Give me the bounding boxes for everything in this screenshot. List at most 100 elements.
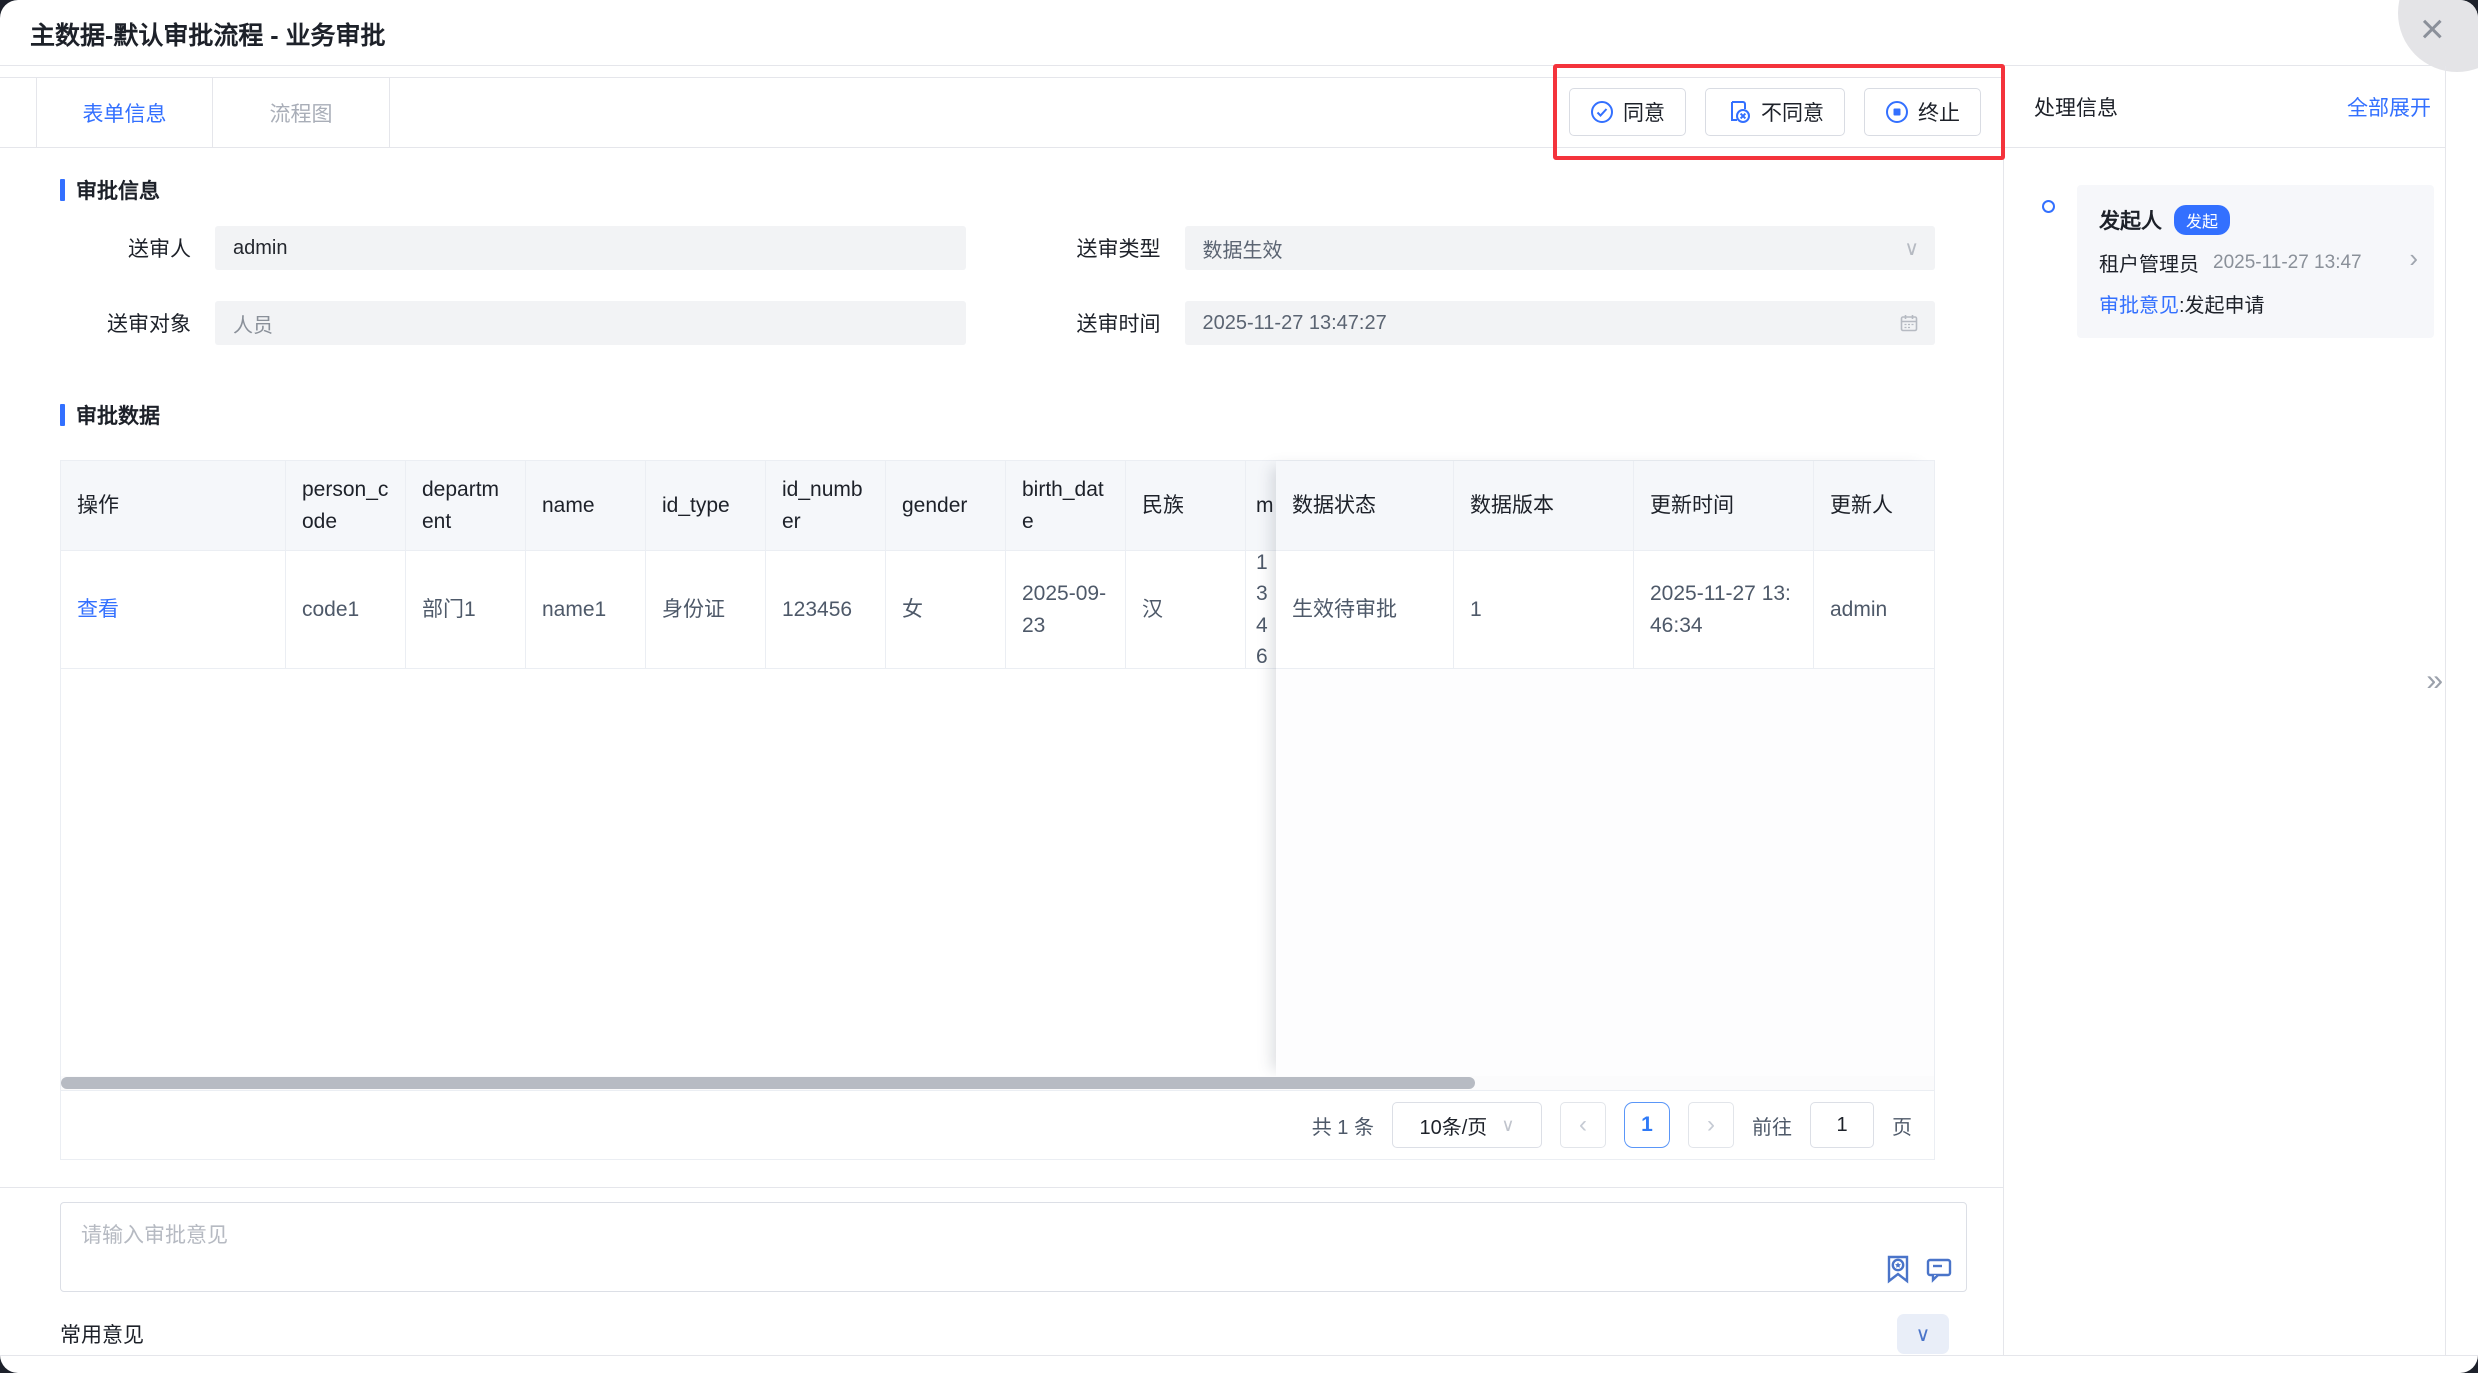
page-size-value: 10条/页	[1420, 1111, 1488, 1140]
process-info-panel: 处理信息 全部展开 发起人 发起 租户管理员 2025-11-27 13:47	[2003, 66, 2446, 1355]
form-body: 审批信息 送审人 admin 送审类型 数据生效	[0, 175, 2003, 1160]
col-person-code: person_code	[286, 461, 406, 551]
chevron-down-icon: ∨	[1501, 1115, 1514, 1136]
col-birth-date: birth_date	[1006, 461, 1126, 551]
horizontal-scrollbar	[61, 1076, 1934, 1090]
scrollbar-thumb[interactable]	[61, 1077, 1475, 1089]
terminate-button[interactable]: 终止	[1864, 88, 1981, 136]
col-data-status: 数据状态	[1276, 461, 1454, 551]
approval-opinion-text: :发起申请	[2179, 295, 2265, 317]
cell-clipped: 13 46	[1246, 551, 1278, 669]
reject-label: 不同意	[1761, 97, 1824, 127]
table-scroll-columns: 操作 person_code department name id_type i…	[61, 461, 1278, 669]
page-number-button[interactable]: 1	[1624, 1102, 1670, 1148]
col-updater: 更新人	[1814, 461, 1934, 551]
table-header-row: 操作 person_code department name id_type i…	[61, 461, 1278, 551]
goto-page-input[interactable]	[1810, 1102, 1874, 1148]
col-data-version: 数据版本	[1454, 461, 1634, 551]
chevron-down-icon: ∨	[1916, 1322, 1931, 1347]
comment-textarea[interactable]	[60, 1202, 1967, 1292]
common-opinions-label: 常用意见	[60, 1319, 144, 1349]
cell-id-number: 123456	[766, 551, 886, 669]
expand-all-link[interactable]: 全部展开	[2347, 92, 2431, 122]
chevron-right-icon[interactable]: ›	[2409, 243, 2418, 274]
field-send-time: 送审时间 2025-11-27 13:47:27	[1030, 301, 1936, 345]
table-grid: 操作 person_code department name id_type i…	[61, 461, 1934, 1090]
comment-area: 常用意见 ∨	[0, 1187, 2003, 1355]
approval-info-title: 审批信息	[76, 175, 160, 205]
process-panel-title: 处理信息	[2034, 92, 2118, 122]
cell-ethnicity: 汉	[1126, 551, 1246, 669]
bookmark-star-icon[interactable]	[1885, 1254, 1911, 1284]
view-link[interactable]: 查看	[77, 594, 119, 626]
send-time-picker[interactable]: 2025-11-27 13:47:27	[1185, 301, 1936, 345]
field-send-object: 送审对象 人员	[60, 301, 966, 345]
col-clipped: m	[1246, 461, 1278, 551]
cell-gender: 女	[886, 551, 1006, 669]
col-id-number: id_number	[766, 461, 886, 551]
col-id-type: id_type	[646, 461, 766, 551]
collapse-panel-icon[interactable]: »	[2426, 666, 2443, 696]
calendar-icon	[1899, 301, 1919, 345]
cell-updater: admin	[1814, 551, 1934, 669]
chevron-left-icon: ‹	[1579, 1111, 1587, 1139]
dialog-titlebar: 主数据-默认审批流程 - 业务审批 ×	[0, 0, 2478, 66]
close-button[interactable]: ×	[2398, 0, 2478, 72]
pagination-bar: 共 1 条 10条/页 ∨ ‹ 1 ›	[61, 1090, 1934, 1159]
approval-data-section-header: 审批数据	[60, 400, 1935, 430]
comment-box	[60, 1202, 1967, 1292]
approval-opinion-label: 审批意见	[2099, 295, 2179, 317]
initiate-time: 2025-11-27 13:47	[2213, 252, 2362, 274]
cell-data-status: 生效待审批	[1276, 551, 1454, 669]
approval-info-fields: 送审人 admin 送审类型 数据生效 ∨	[60, 226, 1935, 345]
col-operation: 操作	[61, 461, 286, 551]
initiator-title-row: 发起人 发起	[2099, 205, 2412, 235]
col-update-time: 更新时间	[1634, 461, 1814, 551]
prev-page-button[interactable]: ‹	[1560, 1102, 1606, 1148]
cell-name: name1	[526, 551, 646, 669]
agree-button[interactable]: 同意	[1569, 88, 1686, 136]
initiator-user: 租户管理员	[2099, 248, 2199, 277]
close-icon: ×	[2420, 8, 2445, 50]
annotation-highlight-box: 同意 不同意	[1553, 64, 2005, 160]
col-ethnicity: 民族	[1126, 461, 1246, 551]
main-area: 表单信息 流程图 同意	[0, 66, 2003, 1355]
cell-department: 部门1	[406, 551, 526, 669]
tab-form-info[interactable]: 表单信息	[36, 78, 213, 147]
reject-button[interactable]: 不同意	[1705, 88, 1845, 136]
next-page-button[interactable]: ›	[1688, 1102, 1734, 1148]
send-type-value: 数据生效	[1203, 234, 1283, 263]
initiator-user-row: 租户管理员 2025-11-27 13:47	[2099, 248, 2412, 277]
section-marker	[60, 179, 65, 201]
chevron-down-icon: ∨	[1904, 226, 1919, 270]
sender-input[interactable]: admin	[215, 226, 966, 270]
goto-label: 前往	[1752, 1111, 1792, 1140]
sender-value: admin	[233, 237, 287, 260]
stop-circle-icon	[1885, 100, 1909, 124]
agree-label: 同意	[1623, 97, 1665, 127]
approval-dialog: 主数据-默认审批流程 - 业务审批 × 表单信息 流程图	[0, 0, 2478, 1373]
field-send-type: 送审类型 数据生效 ∨	[1030, 226, 1936, 270]
send-type-label: 送审类型	[1030, 233, 1185, 263]
sender-label: 送审人	[60, 233, 215, 263]
send-object-input[interactable]: 人员	[215, 301, 966, 345]
send-type-select[interactable]: 数据生效 ∨	[1185, 226, 1936, 270]
initiator-role: 发起人	[2099, 205, 2162, 235]
cell-birth-date: 2025-09-23	[1006, 551, 1126, 669]
page-unit-label: 页	[1892, 1111, 1912, 1140]
common-opinions-expand-button[interactable]: ∨	[1897, 1314, 1949, 1354]
dialog-title: 主数据-默认审批流程 - 业务审批	[30, 16, 386, 52]
timeline-item-initiator[interactable]: 发起人 发起 租户管理员 2025-11-27 13:47 › 审批意见:发起申…	[2077, 185, 2434, 338]
tab-flow-chart[interactable]: 流程图	[213, 78, 390, 147]
comment-bubble-icon[interactable]	[1925, 1255, 1953, 1283]
fixed-header-row: 数据状态 数据版本 更新时间 更新人	[1276, 461, 1934, 551]
chevron-right-icon: ›	[1707, 1111, 1715, 1139]
send-time-value: 2025-11-27 13:47:27	[1203, 312, 1387, 335]
timeline-bullet	[2042, 200, 2055, 213]
process-panel-header: 处理信息 全部展开	[2004, 66, 2445, 148]
page-size-select[interactable]: 10条/页 ∨	[1392, 1102, 1542, 1148]
cell-person-code: code1	[286, 551, 406, 669]
cell-id-type: 身份证	[646, 551, 766, 669]
initiate-badge: 发起	[2174, 205, 2230, 235]
total-count: 共 1 条	[1312, 1111, 1374, 1140]
